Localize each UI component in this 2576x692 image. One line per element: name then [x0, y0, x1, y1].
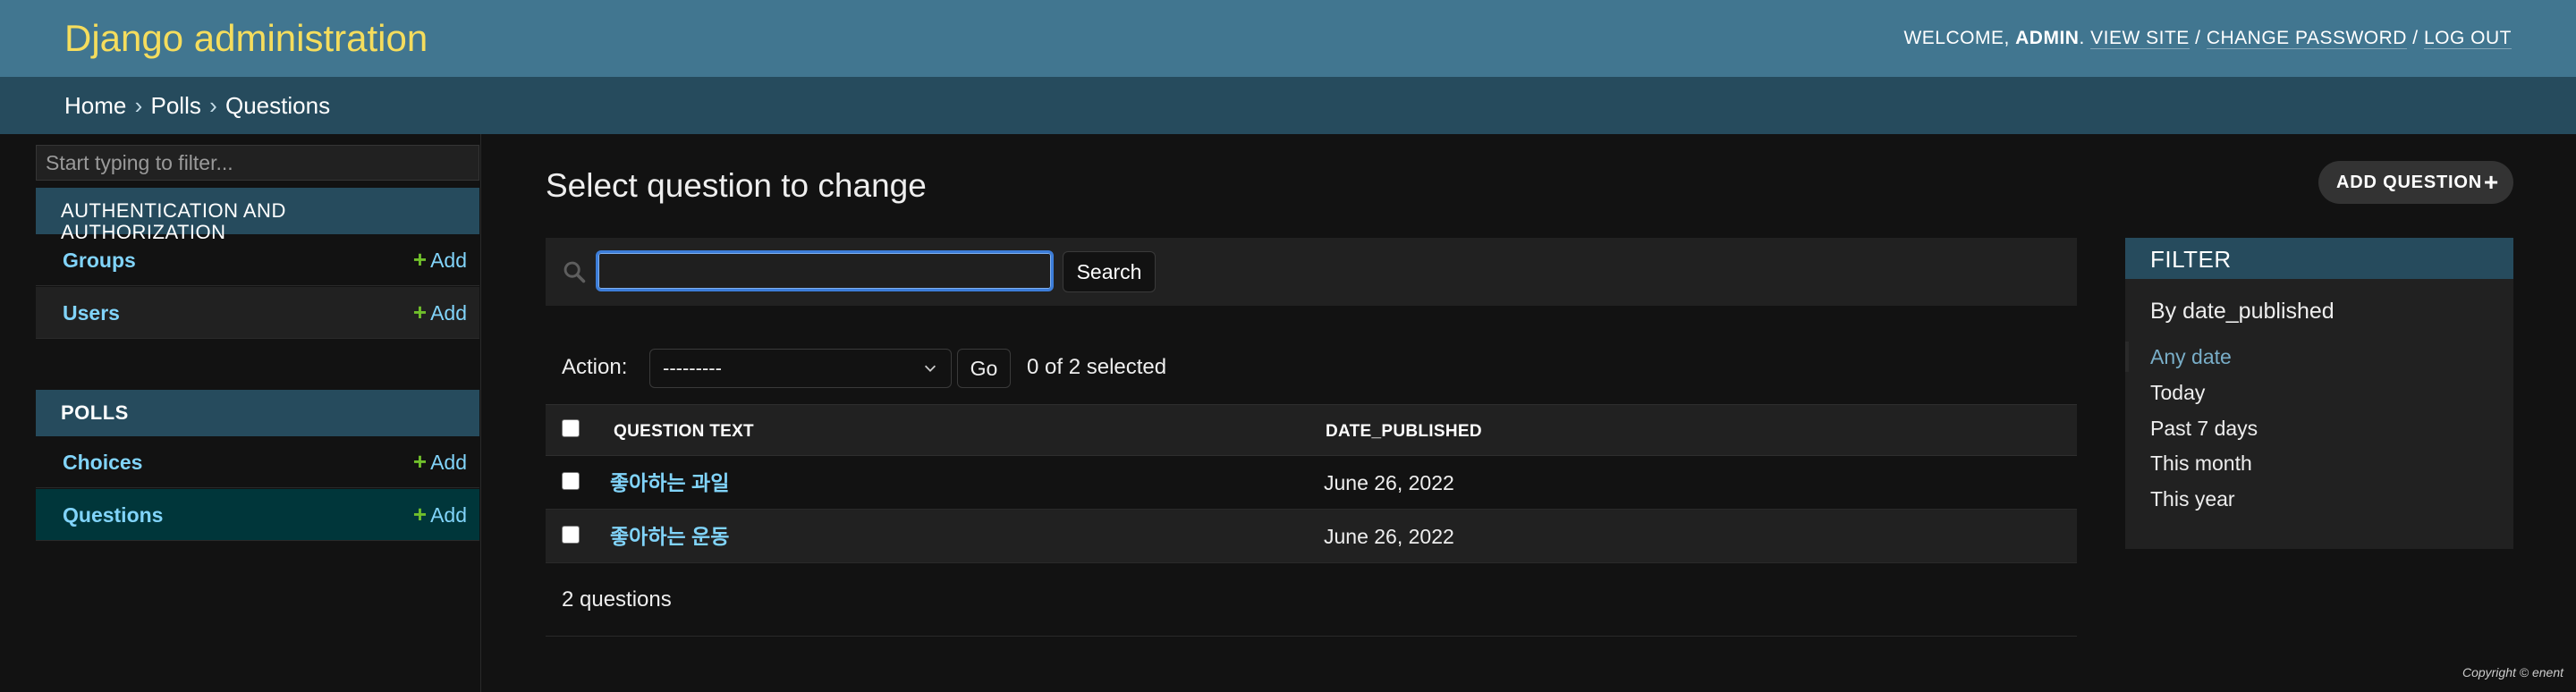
change-password-link[interactable]: CHANGE PASSWORD: [2206, 28, 2407, 49]
breadcrumb-separator: ›: [134, 92, 143, 119]
add-groups-link[interactable]: + Add: [413, 247, 467, 273]
add-users-link[interactable]: + Add: [413, 300, 467, 325]
filter-subtitle: By date_published: [2150, 299, 2334, 324]
filter-option-past-7-days[interactable]: Past 7 days: [2150, 417, 2258, 440]
changelist-filter: FILTER By date_published Any date Today …: [2125, 238, 2513, 549]
question-link[interactable]: 좋아하는 과일: [610, 471, 729, 494]
action-counter: 0 of 2 selected: [1027, 355, 1167, 379]
paginator: 2 questions: [546, 581, 2077, 637]
add-choices-link[interactable]: + Add: [413, 449, 467, 475]
go-button[interactable]: Go: [957, 349, 1011, 388]
breadcrumb-current: Questions: [225, 92, 331, 119]
search-toolbar: Search: [546, 238, 2077, 306]
plus-icon: +: [412, 246, 428, 273]
sidebar-item-questions: Questions + Add: [36, 489, 479, 541]
select-all-checkbox[interactable]: [562, 419, 580, 437]
sidebar-item-choices: Choices + Add: [36, 436, 479, 488]
table-header: QUESTION TEXT DATE_PUBLISHED: [546, 404, 2077, 456]
plus-icon: +: [412, 448, 428, 475]
copyright-note: Copyright © enent: [2462, 665, 2563, 679]
search-button[interactable]: Search: [1063, 251, 1156, 292]
filter-option-today[interactable]: Today: [2150, 381, 2205, 404]
question-link[interactable]: 좋아하는 운동: [610, 525, 729, 548]
welcome-text: WELCOME,: [1903, 28, 2010, 48]
search-input[interactable]: [596, 250, 1054, 291]
model-link-questions[interactable]: Questions: [63, 503, 163, 527]
column-header-question-text[interactable]: QUESTION TEXT: [614, 423, 754, 441]
chevron-down-icon: [924, 365, 936, 372]
site-brand[interactable]: Django administration: [64, 16, 428, 61]
search-icon: [564, 261, 586, 283]
filter-selected-indicator: [2125, 342, 2129, 372]
breadcrumb-separator: ›: [209, 92, 217, 119]
nav-filter-input[interactable]: Start typing to filter...: [36, 145, 479, 181]
nav-sidebar: Start typing to filter... AUTHENTICATION…: [0, 134, 481, 692]
model-link-users[interactable]: Users: [63, 301, 120, 325]
action-label: Action:: [562, 355, 628, 379]
table-row: 좋아하는 운동 June 26, 2022: [546, 510, 2077, 563]
model-link-groups[interactable]: Groups: [63, 249, 136, 272]
add-question-button[interactable]: ADD QUESTION +: [2318, 161, 2513, 204]
user-tools: WELCOME, ADMIN. VIEW SITE / CHANGE PASSW…: [1903, 28, 2512, 49]
plus-icon: +: [412, 501, 428, 527]
filter-option-any-date[interactable]: Any date: [2150, 345, 2232, 368]
filter-option-this-month[interactable]: This month: [2150, 451, 2252, 475]
plus-icon: +: [412, 299, 428, 325]
question-date: June 26, 2022: [1324, 525, 1454, 548]
breadcrumb-polls[interactable]: Polls: [151, 92, 201, 119]
column-header-date-published[interactable]: DATE_PUBLISHED: [1326, 423, 1482, 441]
module-caption-auth[interactable]: AUTHENTICATION AND AUTHORIZATION: [36, 188, 479, 243]
view-site-link[interactable]: VIEW SITE: [2090, 28, 2190, 49]
plus-icon: +: [2483, 168, 2499, 196]
table-row: 좋아하는 과일 June 26, 2022: [546, 456, 2077, 510]
username: ADMIN: [2015, 28, 2080, 48]
breadcrumb-home[interactable]: Home: [64, 92, 126, 119]
add-questions-link[interactable]: + Add: [413, 502, 467, 527]
page-title: Select question to change: [546, 167, 927, 204]
row-checkbox[interactable]: [562, 526, 580, 544]
sidebar-item-users: Users + Add: [36, 287, 479, 339]
result-list: QUESTION TEXT DATE_PUBLISHED 좋아하는 과일 Jun…: [546, 404, 2077, 563]
question-date: June 26, 2022: [1324, 471, 1454, 494]
result-count: 2 questions: [562, 587, 672, 612]
filter-option-this-year[interactable]: This year: [2150, 487, 2235, 511]
module-caption-polls[interactable]: POLLS: [36, 390, 479, 436]
actions-bar: Action: --------- Go 0 of 2 selected: [546, 347, 1261, 388]
breadcrumb: Home › Polls › Questions: [0, 77, 2576, 134]
log-out-link[interactable]: LOG OUT: [2423, 28, 2512, 49]
sidebar-item-groups: Groups + Add: [36, 234, 479, 286]
header: Django administration WELCOME, ADMIN. VI…: [0, 0, 2576, 77]
model-link-choices[interactable]: Choices: [63, 451, 142, 474]
action-select[interactable]: ---------: [649, 349, 952, 388]
row-checkbox[interactable]: [562, 472, 580, 490]
filter-title: FILTER: [2125, 238, 2513, 279]
